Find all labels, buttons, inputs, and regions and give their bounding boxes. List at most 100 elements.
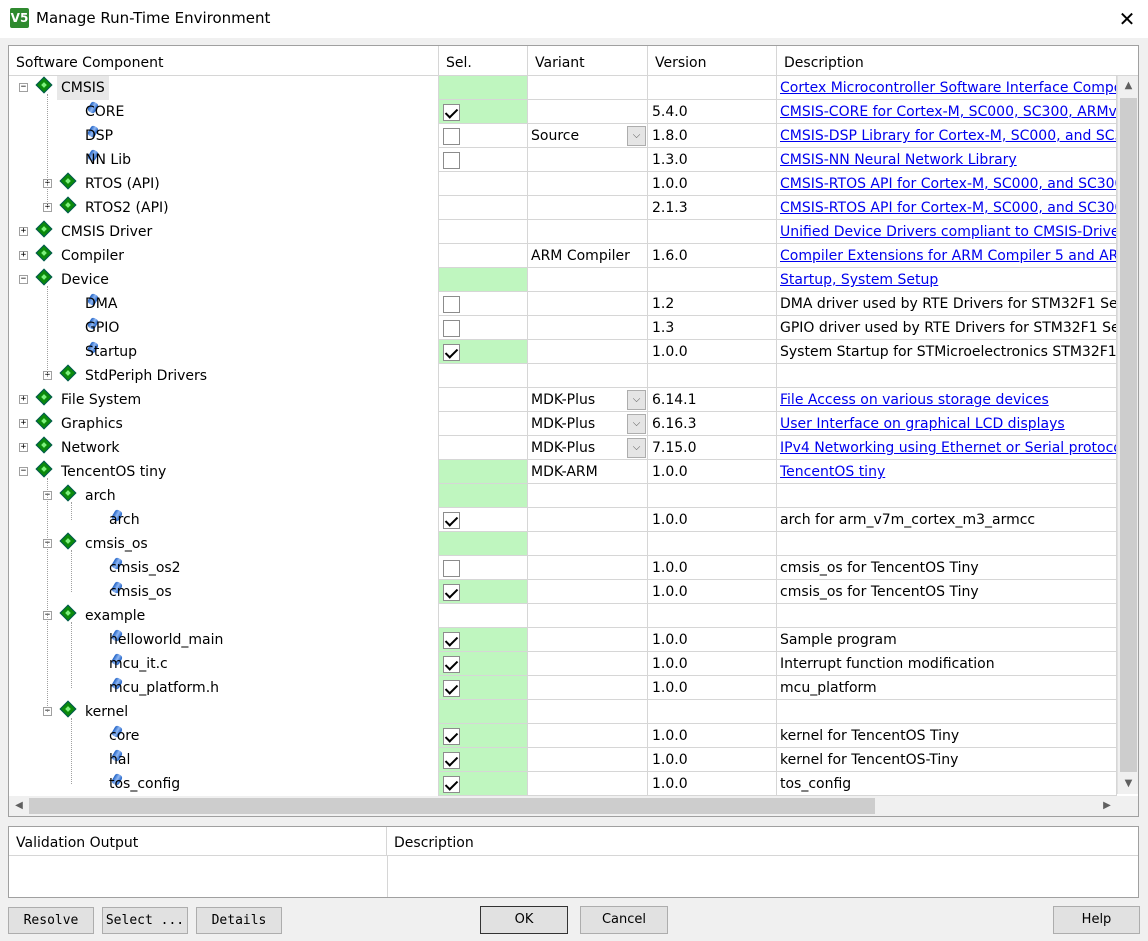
description-cell[interactable]: Compiler Extensions for ARM Compiler 5 a… — [777, 244, 1117, 268]
component-cell[interactable]: − Device — [9, 268, 439, 292]
select-checkbox[interactable] — [443, 152, 460, 169]
select-checkbox[interactable] — [443, 560, 460, 577]
sel-cell[interactable] — [439, 244, 528, 268]
component-cell[interactable]: tos_config — [9, 772, 439, 796]
component-cell[interactable]: − TencentOS tiny — [9, 460, 439, 484]
tree-row[interactable]: − arch — [9, 484, 1117, 508]
sel-cell[interactable] — [439, 268, 528, 292]
component-cell[interactable]: cmsis_os2 — [9, 556, 439, 580]
description-link[interactable]: File Access on various storage devices — [777, 392, 1049, 408]
component-cell[interactable]: − cmsis_os — [9, 532, 439, 556]
tree-row[interactable]: − kernel — [9, 700, 1117, 724]
tree-row[interactable]: + File System MDK-Plus ⌵ 6.14.1 File Access o… — [9, 388, 1117, 412]
description-cell[interactable]: CMSIS-DSP Library for Cortex-M, SC000, a… — [777, 124, 1117, 148]
tree-row[interactable]: cmsis_os2 1.0.0 cmsis_os for TencentOS Tin… — [9, 556, 1117, 580]
select-button[interactable]: Select ... — [102, 907, 188, 934]
select-checkbox[interactable] — [443, 296, 460, 313]
resolve-button[interactable]: Resolve — [8, 907, 94, 934]
sel-cell[interactable] — [439, 604, 528, 628]
description-link[interactable]: IPv4 Networking using Ethernet or Serial… — [777, 440, 1116, 456]
description-link[interactable]: Cortex Microcontroller Software Interfac… — [777, 80, 1116, 96]
col-header-version[interactable]: Version — [648, 46, 777, 76]
col-header-variant[interactable]: Variant — [528, 46, 648, 76]
description-link[interactable]: User Interface on graphical LCD displays — [777, 416, 1065, 432]
sel-cell[interactable] — [439, 484, 528, 508]
sel-cell[interactable] — [439, 292, 528, 316]
ok-button[interactable]: OK — [480, 906, 568, 934]
expand-icon[interactable]: + — [19, 419, 28, 428]
close-icon[interactable]: ✕ — [1112, 4, 1142, 34]
tree-row[interactable]: + CMSIS Driver Unified Device Drivers comp… — [9, 220, 1117, 244]
sel-cell[interactable] — [439, 532, 528, 556]
sel-cell[interactable] — [439, 748, 528, 772]
sel-cell[interactable] — [439, 676, 528, 700]
horizontal-scroll-thumb[interactable] — [29, 798, 875, 814]
tree-row[interactable]: − CMSIS Cortex Microcontroller Software In… — [9, 76, 1117, 100]
component-cell[interactable]: GPIO — [9, 316, 439, 340]
sel-cell[interactable] — [439, 436, 528, 460]
tree-row[interactable]: core 1.0.0 kernel for TencentOS Tiny — [9, 724, 1117, 748]
tree-row[interactable]: + Graphics MDK-Plus ⌵ 6.16.3 User Interface o… — [9, 412, 1117, 436]
details-button[interactable]: Details — [196, 907, 282, 934]
sel-cell[interactable] — [439, 172, 528, 196]
component-cell[interactable]: − arch — [9, 484, 439, 508]
sel-cell[interactable] — [439, 364, 528, 388]
select-checkbox[interactable] — [443, 680, 460, 697]
description-link[interactable]: Startup, System Setup — [777, 272, 938, 288]
component-cell[interactable]: + RTOS2 (API) — [9, 196, 439, 220]
tree-row[interactable]: + Compiler ARM Compiler 1.6.0 Compiler Exten… — [9, 244, 1117, 268]
sel-cell[interactable] — [439, 412, 528, 436]
description-cell[interactable]: CMSIS-RTOS API for Cortex-M, SC000, and … — [777, 172, 1117, 196]
select-checkbox[interactable] — [443, 512, 460, 529]
sel-cell[interactable] — [439, 700, 528, 724]
description-cell[interactable]: User Interface on graphical LCD displays — [777, 412, 1117, 436]
scroll-left-icon[interactable]: ◀ — [9, 796, 29, 816]
sel-cell[interactable] — [439, 772, 528, 796]
chevron-down-icon[interactable]: ⌵ — [627, 414, 646, 434]
scroll-right-icon[interactable]: ▶ — [1097, 796, 1117, 816]
tree-row[interactable]: mcu_it.c 1.0.0 Interrupt function modifica… — [9, 652, 1117, 676]
cancel-button[interactable]: Cancel — [580, 906, 668, 934]
vertical-scroll-thumb[interactable] — [1120, 98, 1137, 772]
sel-cell[interactable] — [439, 628, 528, 652]
component-cell[interactable]: − example — [9, 604, 439, 628]
help-button[interactable]: Help — [1053, 906, 1140, 934]
collapse-icon[interactable]: − — [19, 275, 28, 284]
sel-cell[interactable] — [439, 76, 528, 100]
tree-row[interactable]: − TencentOS tiny MDK-ARM 1.0.0 TencentOS tin… — [9, 460, 1117, 484]
component-cell[interactable]: CORE — [9, 100, 439, 124]
description-cell[interactable]: TencentOS tiny — [777, 460, 1117, 484]
description-link[interactable]: TencentOS tiny — [777, 464, 885, 480]
sel-cell[interactable] — [439, 220, 528, 244]
expand-icon[interactable]: + — [19, 227, 28, 236]
tree-row[interactable]: − example — [9, 604, 1117, 628]
description-link[interactable]: Compiler Extensions for ARM Compiler 5 a… — [777, 248, 1116, 264]
tree-row[interactable]: DMA 1.2 DMA driver used by RTE Drivers for… — [9, 292, 1117, 316]
select-checkbox[interactable] — [443, 128, 460, 145]
description-link[interactable]: CMSIS-RTOS API for Cortex-M, SC000, and … — [777, 176, 1116, 192]
sel-cell[interactable] — [439, 460, 528, 484]
tree-row[interactable]: + RTOS (API) 1.0.0 CMSIS-RTOS API for Corte… — [9, 172, 1117, 196]
tree-row[interactable]: + Network MDK-Plus ⌵ 7.15.0 IPv4 Networking u… — [9, 436, 1117, 460]
scroll-down-icon[interactable]: ▼ — [1118, 774, 1138, 794]
tree-row[interactable]: mcu_platform.h 1.0.0 mcu_platform — [9, 676, 1117, 700]
tree-row[interactable]: − Device Startup, System Setup — [9, 268, 1117, 292]
chevron-down-icon[interactable]: ⌵ — [627, 390, 646, 410]
component-cell[interactable]: DSP — [9, 124, 439, 148]
description-cell[interactable]: CMSIS-CORE for Cortex-M, SC000, SC300, A… — [777, 100, 1117, 124]
component-cell[interactable]: mcu_platform.h — [9, 676, 439, 700]
description-link[interactable]: CMSIS-DSP Library for Cortex-M, SC000, a… — [777, 128, 1116, 144]
description-cell[interactable]: Startup, System Setup — [777, 268, 1117, 292]
horizontal-scrollbar[interactable]: ◀ ▶ — [9, 796, 1117, 816]
component-cell[interactable]: + Network — [9, 436, 439, 460]
component-cell[interactable]: arch — [9, 508, 439, 532]
collapse-icon[interactable]: − — [19, 83, 28, 92]
sel-cell[interactable] — [439, 316, 528, 340]
tree-row[interactable]: − cmsis_os — [9, 532, 1117, 556]
select-checkbox[interactable] — [443, 584, 460, 601]
validation-output-header[interactable]: Validation Output — [9, 827, 387, 856]
description-link[interactable]: CMSIS-RTOS API for Cortex-M, SC000, and … — [777, 200, 1116, 216]
col-header-component[interactable]: Software Component — [9, 46, 439, 76]
description-cell[interactable]: Cortex Microcontroller Software Interfac… — [777, 76, 1117, 100]
component-cell[interactable]: helloworld_main — [9, 628, 439, 652]
